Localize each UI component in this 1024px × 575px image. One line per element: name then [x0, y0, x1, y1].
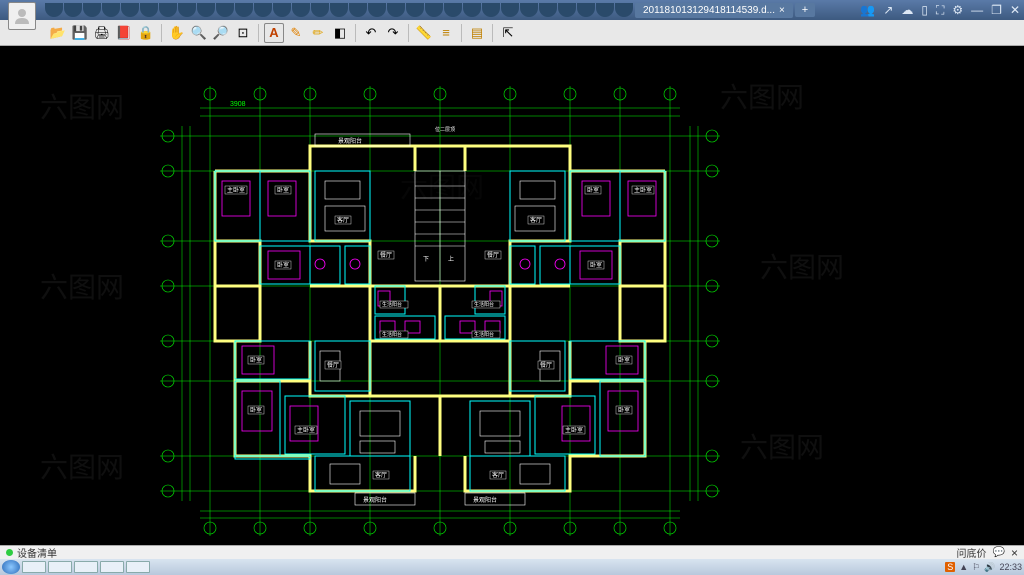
mobile-icon[interactable]: ▯ [921, 3, 928, 17]
svg-text:生活阳台: 生活阳台 [382, 331, 402, 338]
system-tray: S ▲ ⚐ 🔊 22:33 [945, 562, 1022, 573]
svg-text:卧室: 卧室 [250, 406, 262, 414]
task-item[interactable] [126, 561, 150, 573]
stack-button[interactable]: ▤ [467, 23, 487, 43]
zoom-in-button[interactable]: 🔍 [189, 23, 209, 43]
status-chat-icon[interactable]: 💬 [993, 547, 1005, 558]
status-indicator-icon [6, 549, 13, 556]
svg-text:餐厅: 餐厅 [540, 361, 552, 369]
floor-plan: 3908 [160, 86, 720, 536]
tab-close-icon[interactable]: × [779, 5, 785, 16]
settings-icon[interactable]: ⚙ [952, 3, 963, 17]
tray-volume-icon[interactable]: 🔊 [984, 562, 995, 573]
status-bar: 设备清单 问底价 💬 × [0, 545, 1024, 559]
title-bar: 201181013129418114539.d... × + 👥 ↗ ☁ ▯ ⛶… [0, 0, 1024, 20]
title-right-icons: 👥 ↗ ☁ ▯ ⛶ ⚙ — ❐ ✕ [860, 3, 1020, 18]
fullscreen-icon[interactable]: ⛶ [936, 3, 944, 18]
restore-icon[interactable]: ❐ [991, 3, 1002, 17]
svg-text:卧室: 卧室 [618, 356, 630, 364]
user-avatar[interactable] [8, 2, 36, 30]
cloud-icon[interactable]: ☁ [901, 3, 913, 17]
print-button[interactable]: 🖨 [92, 23, 112, 43]
watermark: 六图网 [740, 426, 824, 466]
start-button[interactable] [2, 560, 20, 574]
lock-button[interactable]: 🔒 [136, 23, 156, 43]
tray-ime-icon[interactable]: S [945, 562, 955, 572]
measure-button[interactable]: 📏 [414, 23, 434, 43]
watermark: 六图网 [760, 246, 844, 286]
hand-button[interactable]: ✋ [167, 23, 187, 43]
svg-text:客厅: 客厅 [530, 216, 542, 224]
active-tab[interactable]: 201181013129418114539.d... × [635, 3, 793, 18]
status-close-icon[interactable]: × [1011, 546, 1018, 560]
watermark: 六图网 [40, 446, 124, 486]
svg-text:生活阳台: 生活阳台 [382, 301, 402, 308]
svg-text:景观阳台: 景观阳台 [338, 137, 362, 145]
watermark: 六图网 [720, 76, 804, 116]
redo-button[interactable]: ↷ [383, 23, 403, 43]
export-button[interactable]: ⇱ [498, 23, 518, 43]
windows-taskbar: S ▲ ⚐ 🔊 22:33 [0, 559, 1024, 575]
pencil-button[interactable]: ✎ [286, 23, 306, 43]
svg-text:位二层顶: 位二层顶 [435, 126, 455, 133]
task-item[interactable] [100, 561, 124, 573]
undo-button[interactable]: ↶ [361, 23, 381, 43]
save-button[interactable]: 💾 [70, 23, 90, 43]
svg-text:卧室: 卧室 [590, 261, 602, 269]
zoom-fit-button[interactable]: ⊡ [233, 23, 253, 43]
svg-text:卧室: 卧室 [250, 356, 262, 364]
status-price-label[interactable]: 问底价 [957, 545, 987, 560]
svg-text:主卧室: 主卧室 [297, 426, 315, 434]
svg-text:景观阳台: 景观阳台 [473, 496, 497, 504]
svg-text:卧室: 卧室 [277, 261, 289, 269]
zoom-out-button[interactable]: 🔎 [211, 23, 231, 43]
toolbar: 📂 💾 🖨 📕 🔒 ✋ 🔍 🔎 ⊡ A ✎ ✏ ◧ ↶ ↷ 📏 ≡ ▤ ⇱ [0, 20, 1024, 46]
open-button[interactable]: 📂 [48, 23, 68, 43]
highlight-button[interactable]: ✏ [308, 23, 328, 43]
users-icon[interactable]: 👥 [860, 3, 875, 17]
status-left-text[interactable]: 设备清单 [17, 545, 57, 560]
share-icon[interactable]: ↗ [883, 3, 893, 17]
watermark: 六图网 [40, 86, 124, 126]
tray-up-icon[interactable]: ▲ [959, 562, 968, 572]
svg-text:餐厅: 餐厅 [487, 251, 499, 259]
tab-filename: 201181013129418114539.d... [643, 5, 775, 16]
svg-text:卧室: 卧室 [277, 186, 289, 194]
svg-text:客厅: 客厅 [337, 216, 349, 224]
svg-text:生活阳台: 生活阳台 [474, 331, 494, 338]
svg-text:客厅: 客厅 [375, 471, 387, 479]
svg-text:景观阳台: 景观阳台 [363, 496, 387, 504]
watermark: 六图网 [40, 266, 124, 306]
svg-text:主卧室: 主卧室 [227, 186, 245, 194]
task-item[interactable] [22, 561, 46, 573]
svg-text:餐厅: 餐厅 [380, 251, 392, 259]
svg-text:主卧室: 主卧室 [634, 186, 652, 194]
tray-clock[interactable]: 22:33 [999, 562, 1022, 572]
close-icon[interactable]: ✕ [1010, 3, 1020, 17]
text-button[interactable]: A [264, 23, 284, 43]
minimize-icon[interactable]: — [971, 3, 983, 17]
svg-text:餐厅: 餐厅 [327, 361, 339, 369]
task-item[interactable] [74, 561, 98, 573]
svg-text:客厅: 客厅 [492, 471, 504, 479]
svg-text:3908: 3908 [230, 101, 246, 108]
svg-text:卧室: 卧室 [587, 186, 599, 194]
svg-text:下: 下 [423, 256, 429, 263]
pdf-button[interactable]: 📕 [114, 23, 134, 43]
svg-text:卧室: 卧室 [618, 406, 630, 414]
eraser-button[interactable]: ◧ [330, 23, 350, 43]
layers-button[interactable]: ≡ [436, 23, 456, 43]
task-item[interactable] [48, 561, 72, 573]
tab-strip [45, 3, 634, 17]
svg-text:主卧室: 主卧室 [565, 426, 583, 434]
tray-flag-icon[interactable]: ⚐ [972, 562, 980, 573]
svg-text:上: 上 [448, 255, 454, 263]
new-tab-button[interactable]: + [795, 3, 815, 17]
drawing-canvas[interactable]: 六图网 六图网 六图网 六图网 六图网 六图网 六图网 [0, 46, 1024, 545]
svg-text:生活阳台: 生活阳台 [474, 301, 494, 308]
